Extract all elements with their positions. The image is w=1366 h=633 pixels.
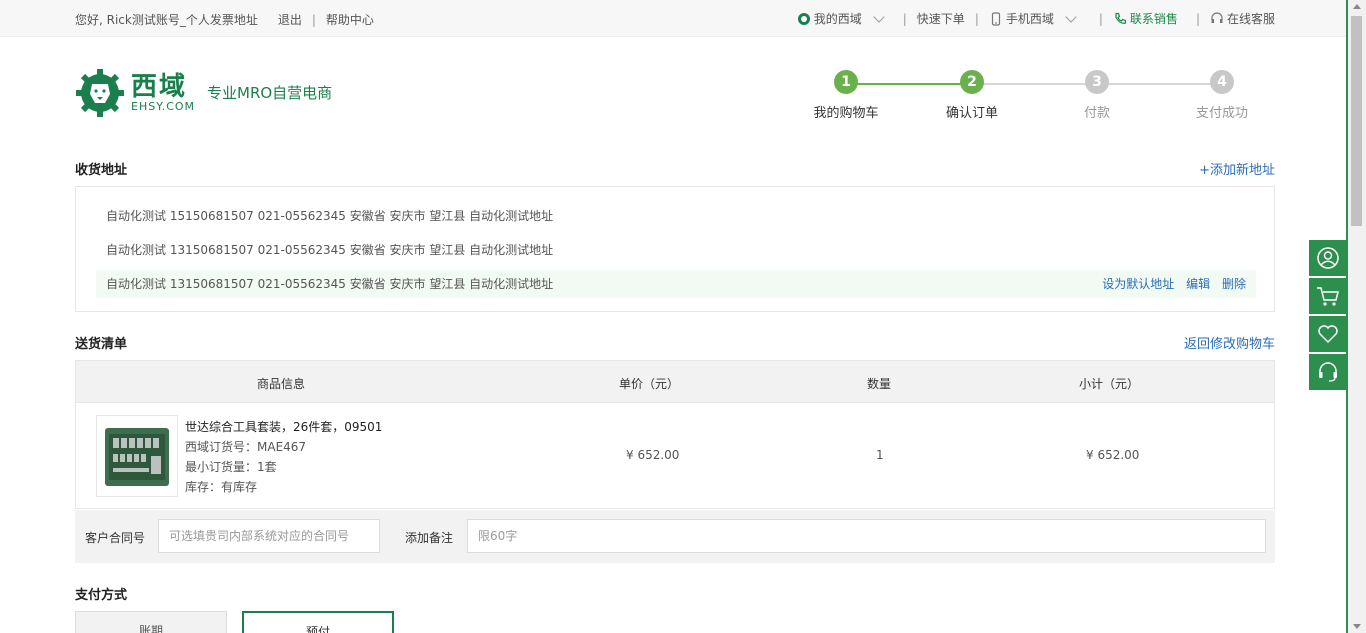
divider: | <box>311 12 316 27</box>
divider: | <box>974 11 979 26</box>
step-payment: 3 付款 <box>1042 70 1152 121</box>
step-paid: 4 支付成功 <box>1167 70 1277 121</box>
product-thumbnail[interactable] <box>96 415 178 497</box>
delete-address-link[interactable]: 删除 <box>1222 277 1246 291</box>
contract-number-input[interactable]: 可选填贵司内部系统对应的合同号 <box>158 519 380 553</box>
step-number: 4 <box>1210 70 1234 94</box>
customer-service-button[interactable] <box>1309 354 1346 390</box>
top-bar: 您好, Rick测试账号_个人发票地址 退出 | 帮助中心 我的西域 | 快速下… <box>0 0 1346 37</box>
address-list: 自动化测试 15150681507 021-05562345 安徽省 安庆市 望… <box>75 186 1275 312</box>
address-title: 收货地址 <box>75 163 128 178</box>
address-text: 自动化测试 13150681507 021-05562345 安徽省 安庆市 望… <box>106 277 554 291</box>
user-icon <box>1316 247 1339 269</box>
online-service-label: 在线客服 <box>1226 12 1275 26</box>
heart-icon <box>1317 325 1338 344</box>
step-label: 我的购物车 <box>813 106 879 121</box>
page-edge-accent <box>1346 0 1348 633</box>
phone-icon <box>991 11 1000 26</box>
user-center-button[interactable] <box>1309 240 1346 276</box>
mobile-label: 手机西域 <box>1005 12 1054 26</box>
contact-sales-label: 联系销售 <box>1129 12 1178 26</box>
address-item-selected[interactable]: 自动化测试 13150681507 021-05562345 安徽省 安庆市 望… <box>96 270 1256 298</box>
scrollbar-thumb[interactable] <box>1351 16 1362 226</box>
vertical-scrollbar[interactable] <box>1346 0 1366 633</box>
my-ehsy-menu[interactable]: 我的西域 <box>797 10 889 27</box>
contact-sales-link[interactable]: 联系销售 <box>1113 10 1178 27</box>
table-row: 世达综合工具套装，26件套，09501 西域订货号：MAE467 最小订货量：1… <box>75 403 1275 509</box>
step-confirm-order: 2 确认订单 <box>917 70 1027 121</box>
cart-button[interactable] <box>1309 278 1346 314</box>
scroll-up-arrow-icon[interactable] <box>1353 4 1361 9</box>
toolkit-image <box>105 428 169 486</box>
header-subtotal: 小计（元） <box>1079 377 1140 391</box>
subtotal: ¥ 652.00 <box>1086 448 1140 462</box>
product-name[interactable]: 世达综合工具套装，26件套，09501 <box>185 417 382 437</box>
headset-icon <box>1318 362 1337 382</box>
unit-price: ¥ 652.00 <box>626 448 680 462</box>
step-label: 确认订单 <box>945 106 998 121</box>
divider: | <box>1098 11 1103 26</box>
cart-icon <box>1316 287 1339 306</box>
step-number: 3 <box>1085 70 1109 94</box>
header-product-info: 商品信息 <box>257 377 306 391</box>
lion-logo-icon <box>76 69 124 117</box>
site-logo[interactable]: 西域 EHSY.COM <box>75 68 195 118</box>
divider: | <box>902 11 907 26</box>
product-moq: 最小订货量：1套 <box>185 460 277 474</box>
logo-english-name: EHSY.COM <box>131 100 196 113</box>
chevron-down-icon <box>873 10 885 23</box>
add-address-link[interactable]: +添加新地址 <box>1199 159 1275 178</box>
contract-number-label: 客户合同号 <box>85 531 146 545</box>
table-header: 商品信息 单价（元） 数量 小计（元） <box>75 360 1275 403</box>
my-ehsy-label: 我的西域 <box>813 12 862 26</box>
address-item[interactable]: 自动化测试 15150681507 021-05562345 安徽省 安庆市 望… <box>96 202 1256 230</box>
step-cart: 1 我的购物车 <box>791 70 901 121</box>
checkout-steps: 1 我的购物车 2 确认订单 3 付款 4 支付成功 <box>790 70 1290 130</box>
quantity: 1 <box>876 448 884 462</box>
order-extra-fields: 客户合同号 可选填贵司内部系统对应的合同号 添加备注 限60字 <box>75 510 1275 563</box>
logo-chinese-name: 西域 <box>131 72 188 102</box>
step-label: 付款 <box>1083 106 1110 121</box>
help-center-link[interactable]: 帮助中心 <box>326 11 374 28</box>
delivery-title: 送货清单 <box>75 337 128 352</box>
payment-title: 支付方式 <box>75 588 128 603</box>
scroll-down-arrow-icon[interactable] <box>1353 624 1361 629</box>
logout-link[interactable]: 退出 <box>278 11 302 28</box>
header-unit-price: 单价（元） <box>619 377 680 391</box>
remark-input[interactable]: 限60字 <box>467 519 1266 553</box>
mobile-ehsy-menu[interactable]: 手机西域 <box>989 10 1081 27</box>
chevron-down-icon <box>1065 10 1077 23</box>
phone-call-icon <box>1115 12 1127 24</box>
slogan: 专业MRO自营电商 <box>207 84 333 102</box>
set-default-address-link[interactable]: 设为默认地址 <box>1102 277 1174 291</box>
product-stock: 库存：有库存 <box>185 480 258 494</box>
ehsy-logo-icon <box>797 12 810 25</box>
headset-icon <box>1211 11 1223 23</box>
divider: | <box>1195 11 1200 26</box>
back-to-cart-link[interactable]: 返回修改购物车 <box>1184 333 1275 352</box>
step-number: 1 <box>834 70 858 94</box>
greeting-text: 您好, Rick测试账号_个人发票地址 <box>75 13 258 27</box>
address-text: 自动化测试 13150681507 021-05562345 安徽省 安庆市 望… <box>106 243 554 257</box>
edit-address-link[interactable]: 编辑 <box>1186 277 1210 291</box>
floating-toolbar <box>1309 240 1346 392</box>
address-item[interactable]: 自动化测试 13150681507 021-05562345 安徽省 安庆市 望… <box>96 236 1256 264</box>
address-text: 自动化测试 15150681507 021-05562345 安徽省 安庆市 望… <box>106 209 554 223</box>
favorites-button[interactable] <box>1309 316 1346 352</box>
quick-order-link[interactable]: 快速下单 <box>917 10 965 27</box>
product-info: 世达综合工具套装，26件套，09501 西域订货号：MAE467 最小订货量：1… <box>185 417 382 497</box>
remark-label: 添加备注 <box>405 531 454 545</box>
payment-option-credit[interactable]: 账期 <box>75 611 227 633</box>
step-number: 2 <box>960 70 984 94</box>
goods-table: 商品信息 单价（元） 数量 小计（元） 世达综合工具套装，26件套，09501 … <box>75 360 1275 509</box>
online-service-link[interactable]: 在线客服 <box>1210 10 1275 27</box>
step-label: 支付成功 <box>1195 106 1248 121</box>
payment-option-prepay[interactable]: 预付 <box>242 611 394 633</box>
product-sku: 西域订货号：MAE467 <box>185 440 307 454</box>
header-quantity: 数量 <box>867 377 892 391</box>
